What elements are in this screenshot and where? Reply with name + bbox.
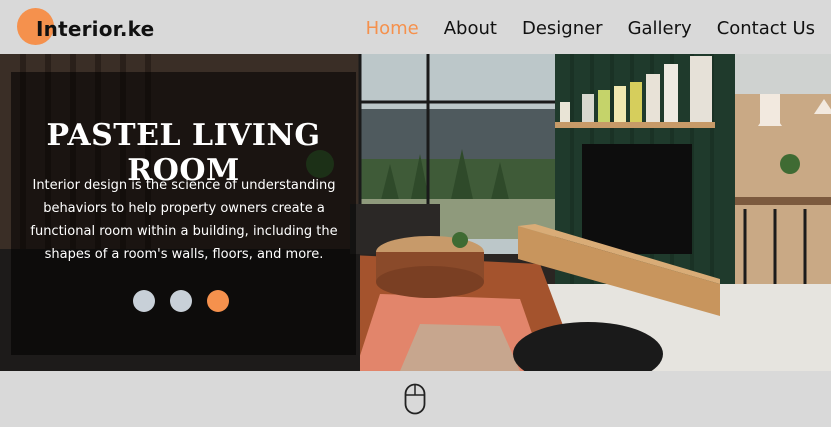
nav-contact-us[interactable]: Contact Us [717, 18, 815, 39]
hero-caption-panel: PASTEL LIVING ROOM Interior design is th… [11, 72, 356, 355]
main-nav: Home About Designer Gallery Contact Us [341, 18, 815, 39]
nav-about[interactable]: About [444, 18, 497, 39]
slider-dot-1[interactable] [133, 290, 155, 312]
site-header: Interior.ke Home About Designer Gallery … [0, 0, 831, 54]
mouse-scroll-icon[interactable] [404, 383, 426, 415]
hero-banner: PASTEL LIVING ROOM Interior design is th… [0, 54, 831, 371]
nav-designer[interactable]: Designer [522, 18, 603, 39]
slider-dot-2[interactable] [170, 290, 192, 312]
slider-dots [133, 290, 244, 312]
logo-text: Interior.ke [36, 17, 155, 41]
slider-dot-3[interactable] [207, 290, 229, 312]
logo[interactable]: Interior.ke [17, 8, 177, 46]
nav-gallery[interactable]: Gallery [628, 18, 692, 39]
nav-home[interactable]: Home [366, 18, 419, 39]
hero-description: Interior design is the science of unders… [30, 178, 338, 262]
